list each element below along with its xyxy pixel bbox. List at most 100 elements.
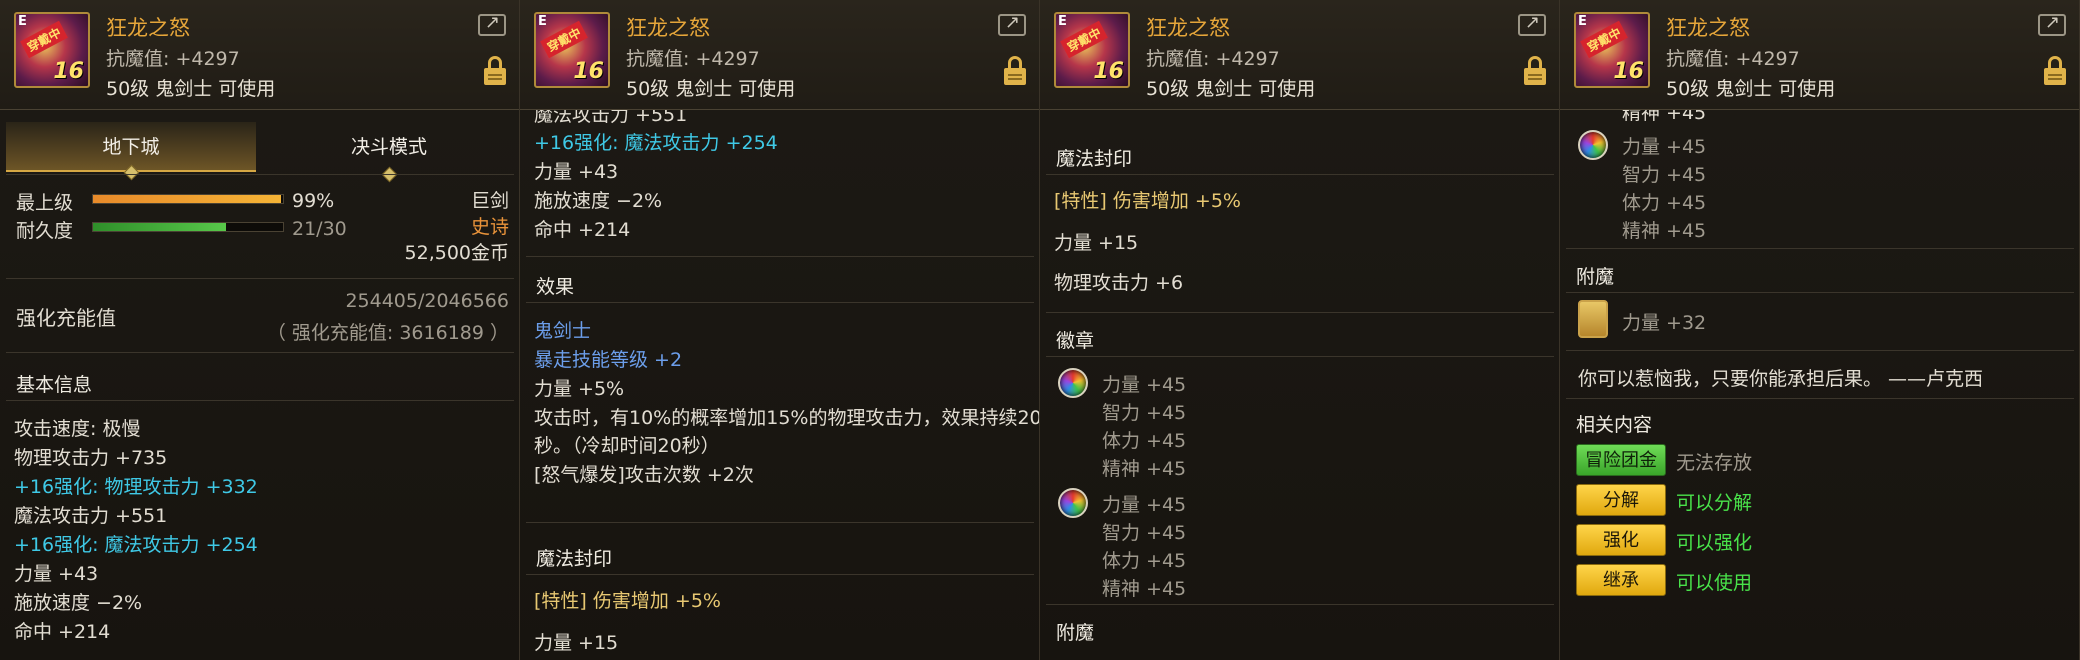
tab-pvp[interactable]: 决斗模式	[264, 122, 514, 183]
item-icon: E 穿戴中 16	[1054, 12, 1130, 88]
charge-value: 254405/2046566	[345, 290, 509, 312]
enchant-title: 附魔	[1056, 622, 1095, 644]
item-header: E 穿戴中 16 狂龙之怒 抗魔值: +4297 50级 鬼剑士 可使用	[1040, 0, 1559, 110]
equipped-ribbon: 穿戴中	[540, 20, 588, 59]
item-requirement: 50级 鬼剑士 可使用	[626, 78, 796, 100]
seal-title: 魔法封印	[536, 548, 613, 570]
enhance-level: 16	[573, 59, 604, 84]
tab-indicator	[123, 164, 140, 181]
tab-pvp-label: 决斗模式	[350, 136, 427, 158]
item-requirement: 50级 鬼剑士 可使用	[1146, 78, 1316, 100]
seal-strength: 力量 +15	[534, 632, 619, 654]
price: 52,500金币	[404, 242, 509, 264]
effect-class: 鬼剑士	[534, 320, 592, 342]
effect-desc: 攻击时，有10%的概率增加15%的物理攻击力，效果持续20	[534, 407, 1040, 429]
flavor-quote: 你可以惹恼我，只要你能承担后果。 ——卢克西	[1578, 368, 1984, 390]
divider	[1566, 292, 2074, 293]
emblem-stat: 体力 +45	[1622, 192, 1707, 214]
item-header: E 穿戴中 16 狂龙之怒 抗魔值: +4297 50级 鬼剑士 可使用	[520, 0, 1039, 110]
item-header: E 穿戴中 16 狂龙之怒 抗魔值: +4297 50级 鬼剑士 可使用	[0, 0, 519, 110]
enhance-level: 16	[53, 59, 84, 84]
related-action-button[interactable]: 冒险团金库	[1576, 444, 1666, 503]
effect-desc-cont: 秒。（冷却时间20秒）	[534, 435, 720, 457]
item-icon: E 穿戴中 16	[14, 12, 90, 88]
lock-icon[interactable]	[484, 56, 506, 86]
stat-line: 力量 +43	[14, 563, 99, 585]
item-tooltip-panel-4: E 穿戴中 16 狂龙之怒 抗魔值: +4297 50级 鬼剑士 可使用 精神 …	[1560, 0, 2080, 660]
emblem-stat: 体力 +45	[1102, 550, 1187, 572]
effect-skill: 暴走技能等级 +2	[534, 349, 683, 371]
charge-label: 强化充能值	[16, 306, 116, 330]
item-icon-tag: E	[18, 14, 27, 29]
divider	[1046, 604, 1554, 605]
rarity-label: 史诗	[470, 216, 509, 238]
divider	[526, 302, 1034, 303]
emblem-stat: 智力 +45	[1102, 402, 1187, 424]
charge-note: （ 强化充能值: 3616189 ）	[266, 322, 509, 344]
tab-dungeon[interactable]: 地下城	[6, 122, 256, 181]
tab-dungeon-label: 地下城	[102, 136, 160, 158]
stat-line: +16强化: 魔法攻击力 +254	[534, 132, 778, 154]
share-icon[interactable]	[998, 12, 1026, 36]
item-icon: E 穿戴中 16	[1574, 12, 1650, 88]
divider	[1046, 312, 1554, 313]
related-action-status: 可以强化	[1676, 532, 1753, 554]
emblem-stat: 精神 +45	[1102, 578, 1187, 600]
stat-line: 物理攻击力 +735	[14, 447, 168, 469]
divider	[1566, 398, 2074, 399]
item-tooltip-panel-1: E 穿戴中 16 狂龙之怒 抗魔值: +4297 50级 鬼剑士 可使用 地下城…	[0, 0, 520, 660]
enchant-card-icon	[1578, 300, 1608, 338]
share-icon[interactable]	[2038, 12, 2066, 36]
item-icon-tag: E	[538, 14, 547, 29]
item-header: E 穿戴中 16 狂龙之怒 抗魔值: +4297 50级 鬼剑士 可使用	[1560, 0, 2079, 110]
enhance-level: 16	[1613, 59, 1644, 84]
stat-line: 力量 +43	[534, 161, 619, 183]
related-action-button[interactable]: 继承	[1576, 564, 1666, 596]
emblem-title: 徽章	[1056, 330, 1095, 352]
share-icon[interactable]	[1518, 12, 1546, 36]
stat-line: 施放速度 −2%	[534, 190, 663, 212]
divider	[1566, 248, 2074, 249]
emblem-orb-icon	[1058, 368, 1088, 398]
lock-icon[interactable]	[1004, 56, 1026, 86]
item-name: 狂龙之怒	[626, 16, 710, 40]
item-tooltip-panel-3: E 穿戴中 16 狂龙之怒 抗魔值: +4297 50级 鬼剑士 可使用 魔法封…	[1040, 0, 1560, 660]
emblem-stat: 智力 +45	[1102, 522, 1187, 544]
divider	[1046, 356, 1554, 357]
effect-title: 效果	[536, 276, 575, 298]
stat-line: 命中 +214	[534, 219, 631, 241]
divider	[1566, 350, 2074, 351]
emblem-stat: 力量 +45	[1102, 494, 1187, 516]
emblem-orb-icon	[1578, 130, 1608, 160]
item-resist: 抗魔值: +4297	[106, 48, 240, 70]
enchant-title: 附魔	[1576, 266, 1615, 288]
stat-line: +16强化: 魔法攻击力 +254	[14, 534, 258, 556]
emblem-stat: 力量 +45	[1102, 374, 1187, 396]
item-resist: 抗魔值: +4297	[626, 48, 760, 70]
item-name: 狂龙之怒	[1146, 16, 1230, 40]
grade-bar	[92, 194, 284, 204]
emblem-stat: 精神 +45	[1102, 458, 1187, 480]
divider	[6, 352, 514, 353]
grade-value: 99%	[292, 190, 335, 212]
related-action-button[interactable]: 强化	[1576, 524, 1666, 556]
share-icon[interactable]	[478, 12, 506, 36]
stat-line: +16强化: 物理攻击力 +332	[14, 476, 258, 498]
item-resist: 抗魔值: +4297	[1666, 48, 1800, 70]
related-action-status: 可以分解	[1676, 492, 1753, 514]
seal-attack: 物理攻击力 +6	[1054, 272, 1184, 294]
divider	[526, 256, 1034, 257]
related-action-button[interactable]: 分解	[1576, 484, 1666, 516]
related-action-status: 无法存放	[1676, 452, 1753, 474]
item-requirement: 50级 鬼剑士 可使用	[1666, 78, 1836, 100]
stat-line: 命中 +214	[14, 621, 111, 643]
mode-tabs: 地下城 决斗模式	[6, 122, 514, 183]
emblem-orb-icon	[1058, 488, 1088, 518]
divider	[6, 278, 514, 279]
lock-icon[interactable]	[2044, 56, 2066, 86]
item-requirement: 50级 鬼剑士 可使用	[106, 78, 276, 100]
stat-line: 魔法攻击力 +551	[14, 505, 168, 527]
item-icon-tag: E	[1058, 14, 1067, 29]
seal-title: 魔法封印	[1056, 148, 1133, 170]
lock-icon[interactable]	[1524, 56, 1546, 86]
